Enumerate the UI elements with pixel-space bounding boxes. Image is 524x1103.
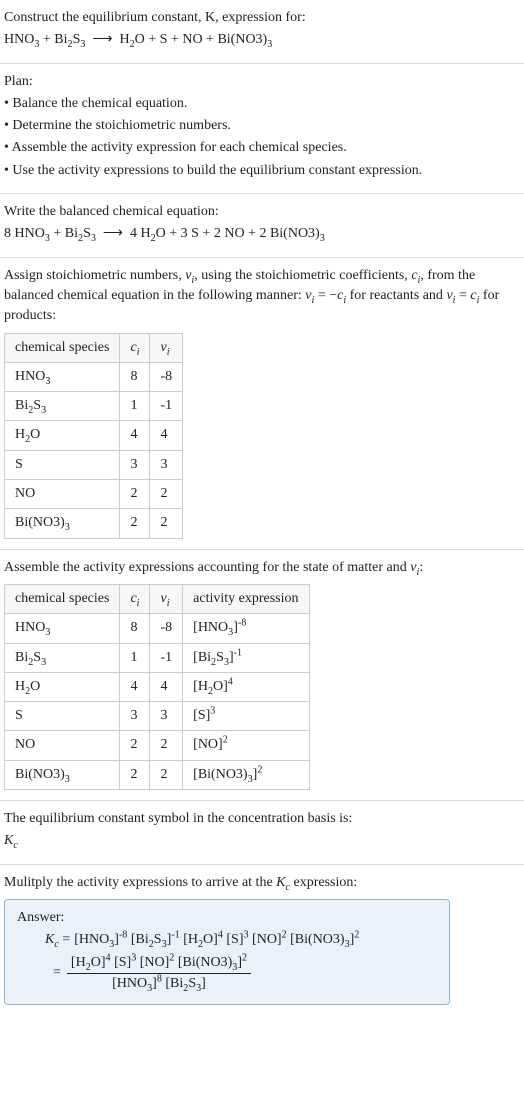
cell-species: Bi(NO3)3 xyxy=(5,760,120,789)
col-ci: ci xyxy=(120,584,150,613)
cell-ci: 1 xyxy=(120,643,150,672)
cell-ci: 3 xyxy=(120,702,150,731)
cell-ci: 2 xyxy=(120,731,150,760)
col-vi: νi xyxy=(150,584,183,613)
kc-expression-line2: = [H2O]4 [S]3 [NO]2 [Bi(NO3)3]2 [HNO3]8 … xyxy=(53,953,437,995)
cell-ci: 8 xyxy=(120,614,150,643)
intro-section: Construct the equilibrium constant, K, e… xyxy=(0,0,524,64)
cell-species: Bi(NO3)3 xyxy=(5,509,120,538)
cell-vi: 2 xyxy=(150,760,183,789)
cell-ci: 4 xyxy=(120,421,150,450)
cell-ci: 8 xyxy=(120,362,150,391)
stoich-paragraph: Assign stoichiometric numbers, νi, using… xyxy=(4,266,520,327)
kc-product-expression: [HNO3]-8 [Bi2S3]-1 [H2O]4 [S]3 [NO]2 [Bi… xyxy=(74,930,359,950)
plan-heading: Plan: xyxy=(4,72,520,92)
activity-section: Assemble the activity expressions accoun… xyxy=(0,550,524,801)
table-row: Bi(NO3)3 2 2 xyxy=(5,509,183,538)
table-row: H2O 4 4 xyxy=(5,421,183,450)
cell-species: H2O xyxy=(5,672,120,701)
kc-denominator: [HNO3]8 [Bi2S3] xyxy=(67,974,251,994)
cell-species: H2O xyxy=(5,421,120,450)
cell-vi: 3 xyxy=(150,450,183,479)
balanced-heading: Write the balanced chemical equation: xyxy=(4,202,520,222)
cell-vi: 2 xyxy=(150,480,183,509)
cell-ci: 2 xyxy=(120,509,150,538)
cell-vi: 2 xyxy=(150,731,183,760)
col-species: chemical species xyxy=(5,584,120,613)
col-ci: ci xyxy=(120,333,150,362)
table-row: H2O 4 4 [H2O]4 xyxy=(5,672,310,701)
intro-line1: Construct the equilibrium constant, K, e… xyxy=(4,8,520,28)
plan-item-2: • Determine the stoichiometric numbers. xyxy=(4,116,520,136)
table-row: HNO3 8 -8 [HNO3]-8 xyxy=(5,614,310,643)
table-header-row: chemical species ci νi xyxy=(5,333,183,362)
kc-expression-line1: Kc = [HNO3]-8 [Bi2S3]-1 [H2O]4 [S]3 [NO]… xyxy=(17,930,437,950)
cell-species: HNO3 xyxy=(5,614,120,643)
table-row: NO 2 2 [NO]2 xyxy=(5,731,310,760)
plan-item-3: • Assemble the activity expression for e… xyxy=(4,138,520,158)
answer-label: Answer: xyxy=(17,908,437,928)
table-row: Bi2S3 1 -1 xyxy=(5,392,183,421)
cell-activity: [H2O]4 xyxy=(183,672,309,701)
table-row: HNO3 8 -8 xyxy=(5,362,183,391)
final-section: Mulitply the activity expressions to arr… xyxy=(0,865,524,1015)
activity-table: chemical species ci νi activity expressi… xyxy=(4,584,310,790)
cell-activity: [Bi(NO3)3]2 xyxy=(183,760,309,789)
cell-species: S xyxy=(5,702,120,731)
equals-sign: = xyxy=(53,963,61,983)
symbol-section: The equilibrium constant symbol in the c… xyxy=(0,801,524,865)
cell-vi: 2 xyxy=(150,509,183,538)
balanced-reaction: 8 HNO3 + Bi2S3 ⟶ 4 H2O + 3 S + 2 NO + 2 … xyxy=(4,224,520,244)
final-heading: Mulitply the activity expressions to arr… xyxy=(4,873,520,893)
cell-ci: 4 xyxy=(120,672,150,701)
cell-activity: [HNO3]-8 xyxy=(183,614,309,643)
plan-item-4: • Use the activity expressions to build … xyxy=(4,161,520,181)
cell-vi: -8 xyxy=(150,614,183,643)
cell-ci: 1 xyxy=(120,392,150,421)
cell-species: HNO3 xyxy=(5,362,120,391)
kc-fraction: [H2O]4 [S]3 [NO]2 [Bi(NO3)3]2 [HNO3]8 [B… xyxy=(67,953,251,995)
cell-ci: 2 xyxy=(120,760,150,789)
cell-species: NO xyxy=(5,480,120,509)
col-species: chemical species xyxy=(5,333,120,362)
kc-numerator: [H2O]4 [S]3 [NO]2 [Bi(NO3)3]2 xyxy=(67,953,251,974)
cell-species: NO xyxy=(5,731,120,760)
cell-ci: 3 xyxy=(120,450,150,479)
cell-ci: 2 xyxy=(120,480,150,509)
table-row: NO 2 2 xyxy=(5,480,183,509)
cell-activity: [NO]2 xyxy=(183,731,309,760)
table-row: Bi(NO3)3 2 2 [Bi(NO3)3]2 xyxy=(5,760,310,789)
table-row: S 3 3 xyxy=(5,450,183,479)
col-activity: activity expression xyxy=(183,584,309,613)
symbol-value: Kc xyxy=(4,831,520,851)
cell-vi: -1 xyxy=(150,392,183,421)
cell-vi: 4 xyxy=(150,421,183,450)
intro-reaction: HNO3 + Bi2S3 ⟶ H2O + S + NO + Bi(NO3)3 xyxy=(4,30,520,50)
balanced-section: Write the balanced chemical equation: 8 … xyxy=(0,194,524,258)
cell-vi: -8 xyxy=(150,362,183,391)
plan-section: Plan: • Balance the chemical equation. •… xyxy=(0,64,524,194)
cell-activity: [S]3 xyxy=(183,702,309,731)
cell-vi: -1 xyxy=(150,643,183,672)
stoich-table: chemical species ci νi HNO3 8 -8 Bi2S3 1… xyxy=(4,333,183,539)
cell-species: S xyxy=(5,450,120,479)
activity-heading: Assemble the activity expressions accoun… xyxy=(4,558,520,578)
kc-lead: Kc = xyxy=(45,930,70,950)
cell-species: Bi2S3 xyxy=(5,392,120,421)
cell-vi: 3 xyxy=(150,702,183,731)
stoich-section: Assign stoichiometric numbers, νi, using… xyxy=(0,258,524,550)
table-row: S 3 3 [S]3 xyxy=(5,702,310,731)
table-header-row: chemical species ci νi activity expressi… xyxy=(5,584,310,613)
cell-species: Bi2S3 xyxy=(5,643,120,672)
plan-item-1: • Balance the chemical equation. xyxy=(4,94,520,114)
table-row: Bi2S3 1 -1 [Bi2S3]-1 xyxy=(5,643,310,672)
symbol-heading: The equilibrium constant symbol in the c… xyxy=(4,809,520,829)
cell-vi: 4 xyxy=(150,672,183,701)
cell-activity: [Bi2S3]-1 xyxy=(183,643,309,672)
answer-box: Answer: Kc = [HNO3]-8 [Bi2S3]-1 [H2O]4 [… xyxy=(4,899,450,1005)
col-vi: νi xyxy=(150,333,183,362)
